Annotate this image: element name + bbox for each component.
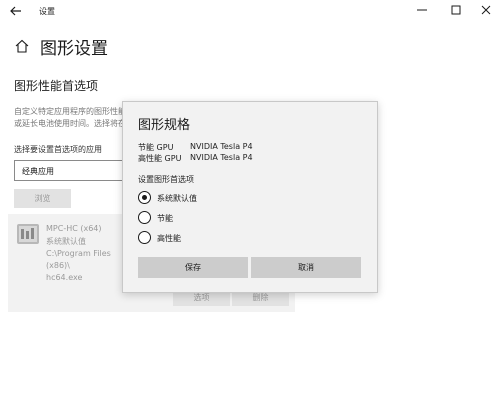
spec-value: NVIDIA Tesla P4: [190, 142, 253, 151]
graphics-spec-dialog: 图形规格 节能 GPU NVIDIA Tesla P4 高性能 GPU NVID…: [122, 101, 378, 293]
title-bar: 设置: [0, 0, 500, 22]
radio-button[interactable]: [138, 211, 151, 224]
radio-button[interactable]: [138, 191, 151, 204]
app-preference: 系统默认值: [46, 237, 86, 246]
radio-option-system-default[interactable]: 系统默认值: [138, 191, 268, 205]
app-name: MPC-HC (x64): [46, 224, 102, 233]
radio-option-power-saving[interactable]: 节能: [138, 211, 268, 225]
spec-value: NVIDIA Tesla P4: [190, 153, 253, 162]
spec-label: 高性能 GPU: [138, 154, 182, 163]
mpc-hc-icon: [16, 222, 40, 246]
app-path-line: C:\Program Files (x86)\: [46, 249, 111, 270]
section-description: 自定义特定应用程序的图形性能首选项。首选项可能会提供更好的应用程序性能 或延长电…: [14, 106, 124, 130]
maximize-icon[interactable]: [445, 2, 467, 18]
radio-option-high-performance[interactable]: 高性能: [138, 231, 268, 245]
spec-label: 节能 GPU: [138, 143, 174, 152]
section-title: 图形性能首选项: [14, 79, 99, 93]
app-path: C:\Program Files (x86)\ hc64.exe: [46, 248, 122, 284]
radio-button[interactable]: [138, 231, 151, 244]
window-title: 设置: [39, 7, 55, 16]
app-type-select[interactable]: 经典应用: [14, 160, 124, 181]
radio-label: 高性能: [157, 234, 181, 243]
save-button[interactable]: 保存: [138, 257, 248, 278]
app-path-line: hc64.exe: [46, 273, 83, 282]
cancel-button[interactable]: 取消: [251, 257, 361, 278]
page-title: 图形设置: [40, 39, 108, 59]
close-icon[interactable]: [475, 2, 497, 18]
dialog-title: 图形规格: [138, 118, 191, 133]
radio-label: 系统默认值: [157, 194, 197, 203]
browse-button[interactable]: 浏览: [14, 189, 71, 208]
radio-label: 节能: [157, 214, 173, 223]
description-line: 或延长电池使用时间。选择将在下次启动应用时生效。: [14, 119, 124, 128]
choose-app-label: 选择要设置首选项的应用: [14, 145, 102, 154]
preference-heading: 设置图形首选项: [138, 175, 194, 184]
back-arrow-icon[interactable]: [8, 3, 24, 19]
minimize-icon[interactable]: [411, 2, 433, 18]
description-line: 自定义特定应用程序的图形性能首选项。首选项可能会提供更好的应用程序性能: [14, 107, 124, 116]
home-icon[interactable]: [14, 38, 30, 54]
